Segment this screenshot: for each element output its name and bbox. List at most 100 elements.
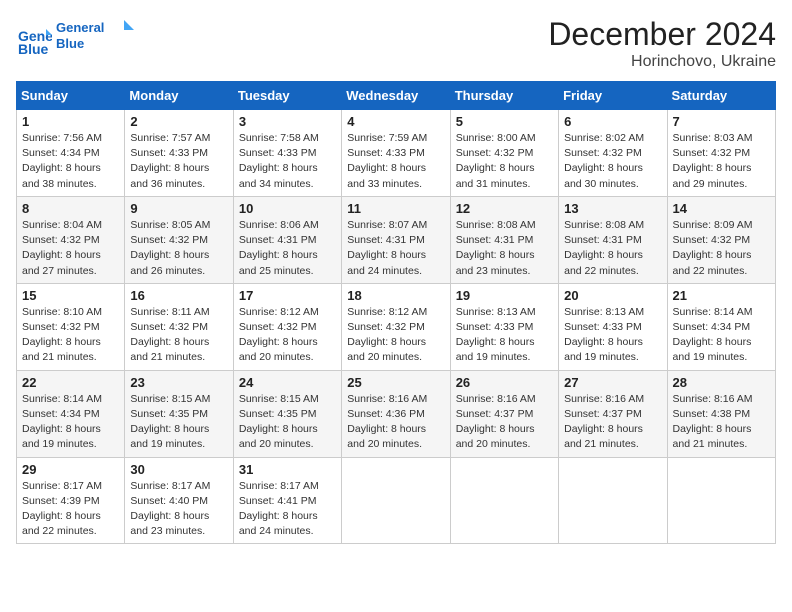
calendar-cell: 4 Sunrise: 7:59 AMSunset: 4:33 PMDayligh… (342, 110, 450, 197)
day-info: Sunrise: 8:11 AMSunset: 4:32 PMDaylight:… (130, 305, 227, 366)
week-row-1: 1 Sunrise: 7:56 AMSunset: 4:34 PMDayligh… (17, 110, 776, 197)
page-header: General Blue General Blue December 2024 … (16, 16, 776, 71)
day-number: 1 (22, 114, 119, 129)
week-row-3: 15 Sunrise: 8:10 AMSunset: 4:32 PMDaylig… (17, 283, 776, 370)
day-number: 24 (239, 375, 336, 390)
calendar-cell: 14 Sunrise: 8:09 AMSunset: 4:32 PMDaylig… (667, 196, 775, 283)
calendar-cell: 27 Sunrise: 8:16 AMSunset: 4:37 PMDaylig… (559, 370, 667, 457)
calendar-cell: 18 Sunrise: 8:12 AMSunset: 4:32 PMDaylig… (342, 283, 450, 370)
calendar-cell: 16 Sunrise: 8:11 AMSunset: 4:32 PMDaylig… (125, 283, 233, 370)
calendar-cell: 12 Sunrise: 8:08 AMSunset: 4:31 PMDaylig… (450, 196, 558, 283)
day-number: 7 (673, 114, 770, 129)
weekday-tuesday: Tuesday (233, 82, 341, 110)
day-info: Sunrise: 8:13 AMSunset: 4:33 PMDaylight:… (564, 305, 661, 366)
day-info: Sunrise: 8:16 AMSunset: 4:38 PMDaylight:… (673, 392, 770, 453)
day-number: 14 (673, 201, 770, 216)
day-number: 5 (456, 114, 553, 129)
day-info: Sunrise: 8:14 AMSunset: 4:34 PMDaylight:… (22, 392, 119, 453)
day-info: Sunrise: 8:12 AMSunset: 4:32 PMDaylight:… (347, 305, 444, 366)
svg-text:General: General (56, 20, 104, 35)
weekday-friday: Friday (559, 82, 667, 110)
calendar-cell: 26 Sunrise: 8:16 AMSunset: 4:37 PMDaylig… (450, 370, 558, 457)
svg-text:Blue: Blue (56, 36, 84, 51)
day-number: 10 (239, 201, 336, 216)
logo: General Blue General Blue (16, 16, 136, 61)
calendar-cell: 21 Sunrise: 8:14 AMSunset: 4:34 PMDaylig… (667, 283, 775, 370)
calendar-cell (342, 457, 450, 544)
day-info: Sunrise: 8:17 AMSunset: 4:40 PMDaylight:… (130, 479, 227, 540)
day-info: Sunrise: 8:06 AMSunset: 4:31 PMDaylight:… (239, 218, 336, 279)
calendar-cell (559, 457, 667, 544)
day-info: Sunrise: 8:16 AMSunset: 4:36 PMDaylight:… (347, 392, 444, 453)
day-number: 26 (456, 375, 553, 390)
day-number: 19 (456, 288, 553, 303)
calendar-cell: 22 Sunrise: 8:14 AMSunset: 4:34 PMDaylig… (17, 370, 125, 457)
day-info: Sunrise: 7:59 AMSunset: 4:33 PMDaylight:… (347, 131, 444, 192)
day-number: 15 (22, 288, 119, 303)
logo-text: General Blue (56, 16, 136, 61)
day-info: Sunrise: 8:10 AMSunset: 4:32 PMDaylight:… (22, 305, 119, 366)
day-number: 8 (22, 201, 119, 216)
calendar-cell: 6 Sunrise: 8:02 AMSunset: 4:32 PMDayligh… (559, 110, 667, 197)
weekday-thursday: Thursday (450, 82, 558, 110)
day-info: Sunrise: 8:03 AMSunset: 4:32 PMDaylight:… (673, 131, 770, 192)
calendar-cell: 17 Sunrise: 8:12 AMSunset: 4:32 PMDaylig… (233, 283, 341, 370)
calendar-cell (667, 457, 775, 544)
calendar-cell: 19 Sunrise: 8:13 AMSunset: 4:33 PMDaylig… (450, 283, 558, 370)
week-row-4: 22 Sunrise: 8:14 AMSunset: 4:34 PMDaylig… (17, 370, 776, 457)
weekday-wednesday: Wednesday (342, 82, 450, 110)
day-number: 29 (22, 462, 119, 477)
calendar-cell: 2 Sunrise: 7:57 AMSunset: 4:33 PMDayligh… (125, 110, 233, 197)
day-info: Sunrise: 8:07 AMSunset: 4:31 PMDaylight:… (347, 218, 444, 279)
day-info: Sunrise: 8:02 AMSunset: 4:32 PMDaylight:… (564, 131, 661, 192)
day-info: Sunrise: 7:56 AMSunset: 4:34 PMDaylight:… (22, 131, 119, 192)
day-info: Sunrise: 8:04 AMSunset: 4:32 PMDaylight:… (22, 218, 119, 279)
day-number: 12 (456, 201, 553, 216)
calendar-cell: 8 Sunrise: 8:04 AMSunset: 4:32 PMDayligh… (17, 196, 125, 283)
day-number: 31 (239, 462, 336, 477)
calendar-cell: 30 Sunrise: 8:17 AMSunset: 4:40 PMDaylig… (125, 457, 233, 544)
day-number: 13 (564, 201, 661, 216)
week-row-2: 8 Sunrise: 8:04 AMSunset: 4:32 PMDayligh… (17, 196, 776, 283)
day-info: Sunrise: 8:14 AMSunset: 4:34 PMDaylight:… (673, 305, 770, 366)
day-number: 16 (130, 288, 227, 303)
day-number: 18 (347, 288, 444, 303)
day-number: 23 (130, 375, 227, 390)
weekday-monday: Monday (125, 82, 233, 110)
day-number: 30 (130, 462, 227, 477)
svg-text:Blue: Blue (18, 41, 49, 57)
calendar-cell: 15 Sunrise: 8:10 AMSunset: 4:32 PMDaylig… (17, 283, 125, 370)
calendar-cell: 31 Sunrise: 8:17 AMSunset: 4:41 PMDaylig… (233, 457, 341, 544)
logo-icon: General Blue (16, 21, 52, 57)
day-number: 28 (673, 375, 770, 390)
calendar-table: SundayMondayTuesdayWednesdayThursdayFrid… (16, 81, 776, 544)
calendar-cell: 20 Sunrise: 8:13 AMSunset: 4:33 PMDaylig… (559, 283, 667, 370)
day-number: 2 (130, 114, 227, 129)
day-info: Sunrise: 8:15 AMSunset: 4:35 PMDaylight:… (130, 392, 227, 453)
day-info: Sunrise: 8:15 AMSunset: 4:35 PMDaylight:… (239, 392, 336, 453)
calendar-cell (450, 457, 558, 544)
day-number: 4 (347, 114, 444, 129)
location: Horinchovo, Ukraine (548, 53, 776, 71)
day-info: Sunrise: 8:17 AMSunset: 4:39 PMDaylight:… (22, 479, 119, 540)
day-number: 27 (564, 375, 661, 390)
calendar-cell: 23 Sunrise: 8:15 AMSunset: 4:35 PMDaylig… (125, 370, 233, 457)
week-row-5: 29 Sunrise: 8:17 AMSunset: 4:39 PMDaylig… (17, 457, 776, 544)
day-number: 11 (347, 201, 444, 216)
calendar-cell: 5 Sunrise: 8:00 AMSunset: 4:32 PMDayligh… (450, 110, 558, 197)
day-info: Sunrise: 8:17 AMSunset: 4:41 PMDaylight:… (239, 479, 336, 540)
day-info: Sunrise: 8:08 AMSunset: 4:31 PMDaylight:… (456, 218, 553, 279)
calendar-cell: 24 Sunrise: 8:15 AMSunset: 4:35 PMDaylig… (233, 370, 341, 457)
day-info: Sunrise: 8:12 AMSunset: 4:32 PMDaylight:… (239, 305, 336, 366)
day-number: 25 (347, 375, 444, 390)
day-info: Sunrise: 8:05 AMSunset: 4:32 PMDaylight:… (130, 218, 227, 279)
calendar-cell: 11 Sunrise: 8:07 AMSunset: 4:31 PMDaylig… (342, 196, 450, 283)
day-number: 3 (239, 114, 336, 129)
weekday-header-row: SundayMondayTuesdayWednesdayThursdayFrid… (17, 82, 776, 110)
calendar-cell: 29 Sunrise: 8:17 AMSunset: 4:39 PMDaylig… (17, 457, 125, 544)
day-number: 21 (673, 288, 770, 303)
day-info: Sunrise: 8:08 AMSunset: 4:31 PMDaylight:… (564, 218, 661, 279)
month-title: December 2024 (548, 16, 776, 53)
day-number: 6 (564, 114, 661, 129)
day-info: Sunrise: 8:09 AMSunset: 4:32 PMDaylight:… (673, 218, 770, 279)
